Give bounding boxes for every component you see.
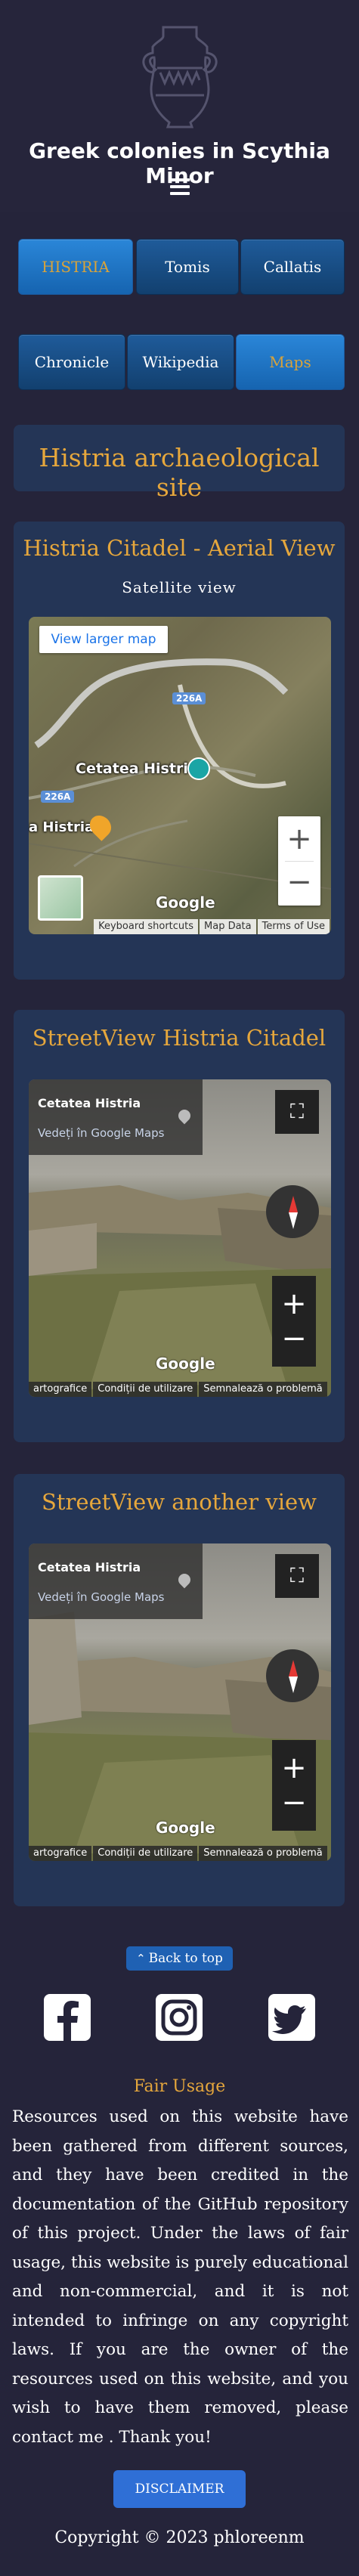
view-in-google-maps-link[interactable]: Vedeți în Google Maps xyxy=(38,1590,164,1604)
google-logo: Google xyxy=(156,893,215,912)
streetview-info-panel: Cetatea Histria Vedeți în Google Maps xyxy=(29,1543,203,1619)
streetview-place-name: Cetatea Histria xyxy=(38,1096,141,1110)
twitter-icon[interactable] xyxy=(268,1994,315,2041)
view-larger-map-link[interactable]: View larger map xyxy=(39,626,168,653)
zoom-out-icon[interactable]: − xyxy=(281,1785,307,1820)
compass-icon[interactable] xyxy=(266,1649,319,1702)
museum-pin-icon[interactable] xyxy=(187,757,210,780)
location-pin-icon[interactable] xyxy=(175,1107,193,1125)
streetview-another-title: StreetView another view xyxy=(42,1489,317,1515)
streetview-place-name: Cetatea Histria xyxy=(38,1560,141,1574)
report-problem-link[interactable]: Semnalează o problemă xyxy=(199,1846,327,1861)
map-data-link[interactable]: artografice xyxy=(29,1382,92,1397)
map-footer: Keyboard shortcuts Map Data Terms of Use xyxy=(29,919,331,934)
copyright-text: Copyright © 2023 phloreenm xyxy=(54,2528,305,2547)
google-logo: Google xyxy=(156,1355,215,1373)
report-problem-link[interactable]: Semnalează o problemă xyxy=(199,1382,327,1397)
location-pin-icon[interactable] xyxy=(175,1571,193,1589)
road-shield-226a-2: 226A xyxy=(41,791,75,803)
streetview-citadel-panorama[interactable]: Cetatea Histria Vedeți în Google Maps ⛶ … xyxy=(29,1079,331,1397)
map-type-toggle[interactable] xyxy=(38,875,83,921)
map-label-cetatea-histria: Cetatea Histria xyxy=(76,760,198,777)
fullscreen-icon[interactable]: ⛶ xyxy=(275,1090,319,1134)
aerial-title: Histria Citadel - Aerial View xyxy=(23,535,336,561)
terms-link[interactable]: Terms of Use xyxy=(257,919,330,934)
disclaimer-button[interactable]: DISCLAIMER xyxy=(113,2470,246,2508)
streetview-info-panel: Cetatea Histria Vedeți în Google Maps xyxy=(29,1079,203,1155)
site-header: Greek colonies in Scythia Minor xyxy=(0,0,359,212)
zoom-out-icon[interactable]: − xyxy=(286,862,312,906)
nav-maps-button[interactable]: Maps xyxy=(236,334,345,390)
satellite-map[interactable]: View larger map 226A 226A Cetatea Histri… xyxy=(29,617,331,934)
google-logo: Google xyxy=(156,1819,215,1837)
streetview-another-panorama[interactable]: Cetatea Histria Vedeți în Google Maps ⛶ … xyxy=(29,1543,331,1861)
map-data-link[interactable]: Map Data xyxy=(200,919,256,934)
compass-icon[interactable] xyxy=(266,1185,319,1238)
double-chevron-up-icon: ⌃ xyxy=(136,1952,146,1965)
nav-tomis-button[interactable]: Tomis xyxy=(136,239,239,295)
aerial-view-card: Histria Citadel - Aerial View Satellite … xyxy=(14,522,345,980)
page-title-card: Histria archaeological site xyxy=(14,425,345,502)
back-to-top-button[interactable]: ⌃ Back to top xyxy=(126,1946,233,1971)
aerial-subtitle: Satellite view xyxy=(122,578,237,596)
fullscreen-icon[interactable]: ⛶ xyxy=(275,1554,319,1598)
streetview-footer: artografice Condiții de utilizare Semnal… xyxy=(29,1846,331,1861)
zoom-in-icon[interactable]: + xyxy=(281,1751,307,1785)
nav-callatis-button[interactable]: Callatis xyxy=(240,239,345,295)
fair-usage-title: Fair Usage xyxy=(133,2077,226,2096)
hamburger-menu-icon[interactable] xyxy=(170,178,190,195)
keyboard-shortcuts-link[interactable]: Keyboard shortcuts xyxy=(94,919,199,934)
page-title: Histria archaeological site xyxy=(39,443,320,502)
terms-link[interactable]: Condiții de utilizare xyxy=(93,1846,198,1861)
back-to-top-label: Back to top xyxy=(148,1951,223,1966)
streetview-footer: artografice Condiții de utilizare Semnal… xyxy=(29,1382,331,1397)
zoom-controls: + − xyxy=(278,816,320,906)
fair-usage-text: Resources used on this website have been… xyxy=(12,2107,348,2447)
streetview-zoom-controls: + − xyxy=(272,1276,316,1367)
nav-chronicle-button[interactable]: Chronicle xyxy=(18,334,125,390)
road-shield-226a: 226A xyxy=(172,692,206,704)
map-data-link[interactable]: artografice xyxy=(29,1846,92,1861)
streetview-zoom-controls: + − xyxy=(272,1740,316,1831)
nav-wikipedia-button[interactable]: Wikipedia xyxy=(127,334,234,390)
streetview-citadel-card: StreetView Histria Citadel Cetatea Histr… xyxy=(14,1010,345,1442)
amphora-logo-icon xyxy=(142,26,218,128)
view-in-google-maps-link[interactable]: Vedeți în Google Maps xyxy=(38,1126,164,1140)
instagram-icon[interactable] xyxy=(156,1994,203,2041)
nav-histria-button[interactable]: HISTRIA xyxy=(18,239,133,295)
streetview-another-card: StreetView another view Cetatea Histria … xyxy=(14,1474,345,1906)
zoom-in-icon[interactable]: + xyxy=(286,817,312,861)
zoom-out-icon[interactable]: − xyxy=(281,1321,307,1356)
zoom-in-icon[interactable]: + xyxy=(281,1286,307,1321)
map-label-histria: a Histria xyxy=(29,819,94,835)
streetview-citadel-title: StreetView Histria Citadel xyxy=(32,1025,327,1051)
facebook-icon[interactable] xyxy=(44,1994,91,2041)
terms-link[interactable]: Condiții de utilizare xyxy=(93,1382,198,1397)
